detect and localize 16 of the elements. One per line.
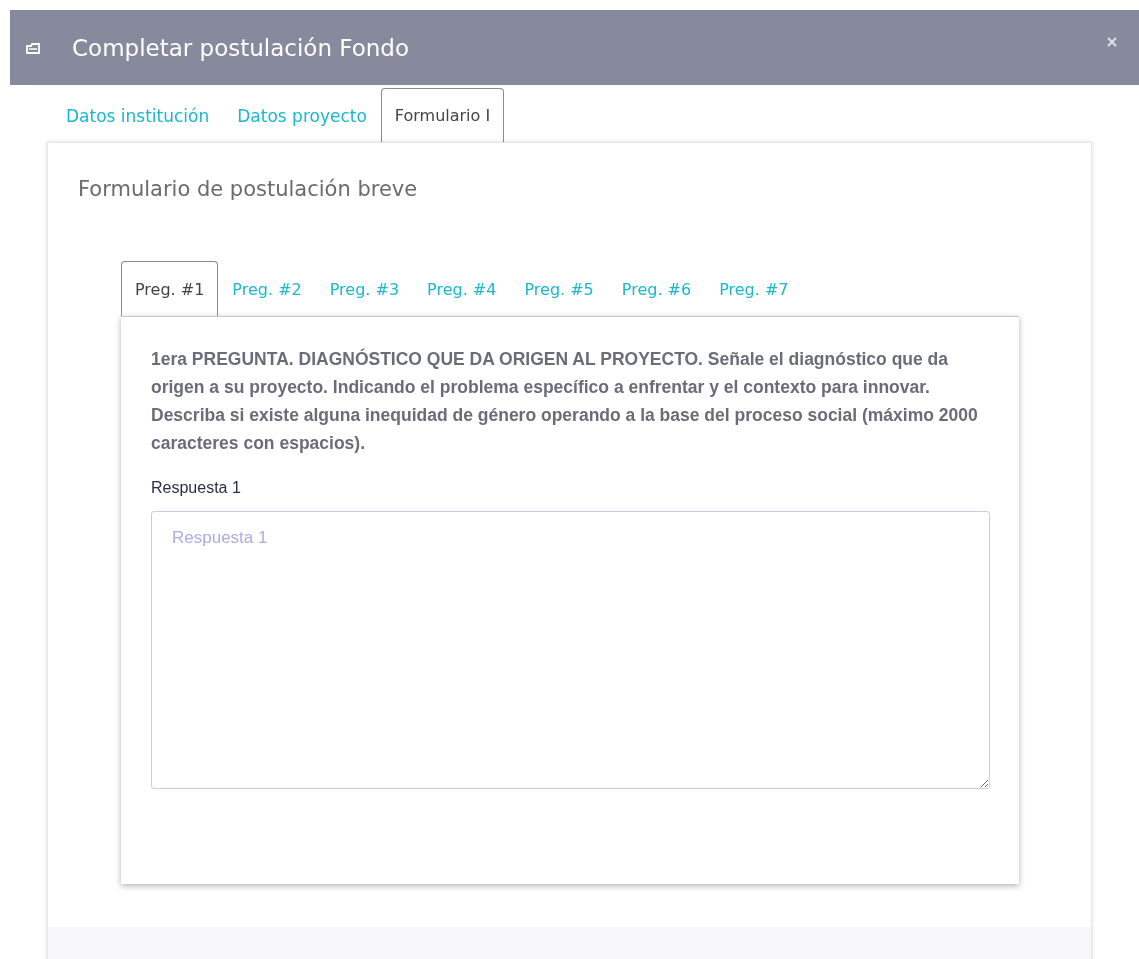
- question-tab[interactable]: Preg. #2: [218, 261, 316, 316]
- answer-label: Respuesta 1: [151, 479, 242, 497]
- close-icon[interactable]: [1107, 36, 1117, 47]
- window-title: Completar postulación Fondo: [72, 34, 410, 61]
- tab[interactable]: Datos proyecto: [223, 88, 381, 142]
- question-text: 1era PREGUNTA. DIAGNÓSTICO QUE DA ORIGEN AL PROYECTO. Señale el diagnóstico que da origen a su proyecto. Indicando el problema específico a enfrentar y el contexto para innovar. Describa si existe alguna inequidad de género operando a la base del proceso social (máximo 2000 caracteres con espacios).: [151, 347, 979, 455]
- folder-icon: [26, 40, 42, 55]
- form-title: Formulario de postulación breve: [77, 176, 419, 201]
- question-tab[interactable]: Preg. #3: [315, 261, 414, 316]
- question-tab[interactable]: Preg. #4: [413, 261, 511, 316]
- question-tab[interactable]: Preg. #5: [510, 261, 608, 316]
- question-tab[interactable]: Preg. #7: [705, 261, 803, 316]
- tab[interactable]: Formulario I: [380, 88, 505, 142]
- tab[interactable]: Datos institución: [52, 88, 224, 142]
- question-tab[interactable]: Preg. #6: [607, 261, 706, 316]
- answer-field[interactable]: Respuesta 1: [151, 511, 990, 789]
